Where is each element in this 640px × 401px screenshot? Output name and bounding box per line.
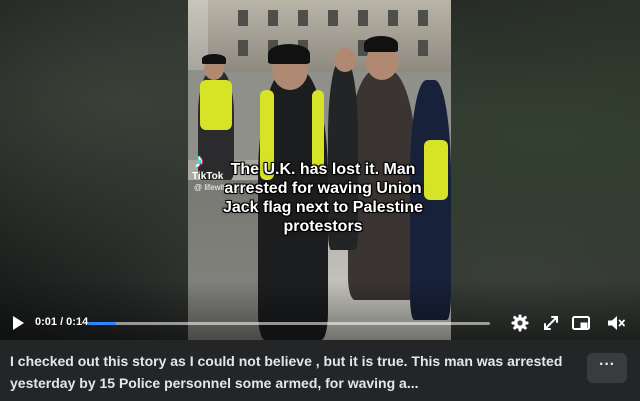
post-media-container: ♪ TikTok @ lifewithkas101 The U.K. has l… <box>0 0 640 401</box>
post-caption-bar: I checked out this story as I could not … <box>0 340 640 401</box>
video-overlay-caption: The U.K. has lost it. Man arrested for w… <box>222 161 424 235</box>
video-player[interactable]: ♪ TikTok @ lifewithkas101 The U.K. has l… <box>0 0 640 340</box>
more-options-button[interactable]: ··· <box>587 353 627 383</box>
expand-icon[interactable] <box>541 313 561 333</box>
gear-icon[interactable] <box>510 313 530 333</box>
police-vest <box>200 80 232 130</box>
play-icon[interactable] <box>10 315 26 331</box>
post-description[interactable]: I checked out this story as I could not … <box>10 350 570 394</box>
background-building <box>208 0 451 72</box>
progress-fill <box>88 322 117 325</box>
playback-time: 0:01 / 0:14 <box>35 316 89 328</box>
picture-in-picture-icon[interactable] <box>571 313 591 333</box>
progress-bar[interactable] <box>88 322 490 325</box>
muted-volume-icon[interactable] <box>606 313 626 333</box>
player-controls: 0:01 / 0:14 <box>0 306 640 340</box>
